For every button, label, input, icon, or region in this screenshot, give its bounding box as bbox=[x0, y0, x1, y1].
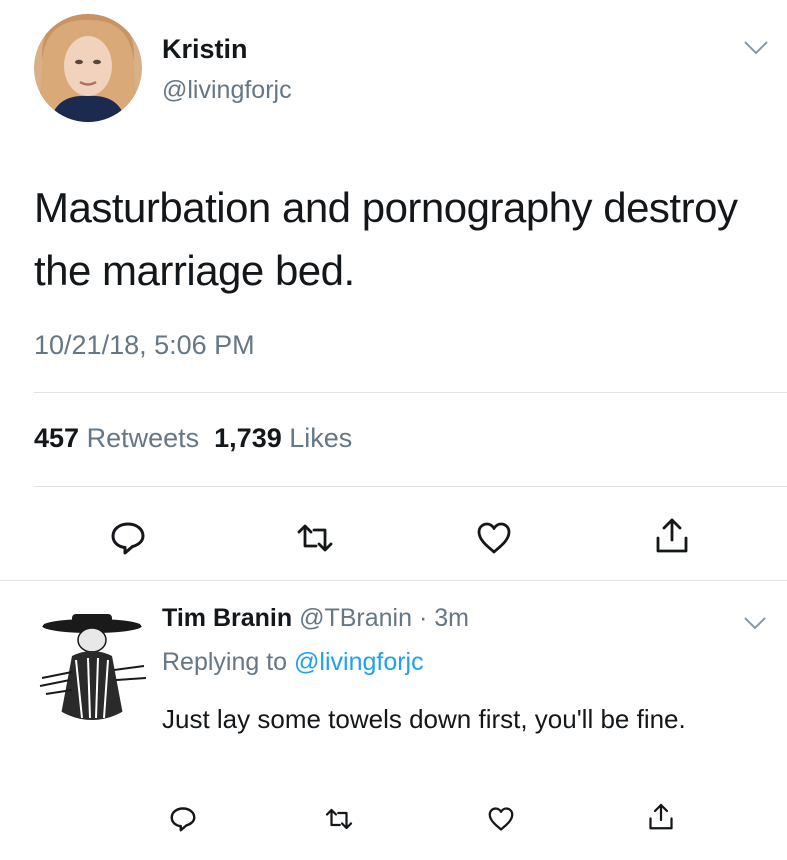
avatar[interactable] bbox=[34, 14, 142, 122]
like-icon[interactable] bbox=[474, 518, 514, 558]
likes-count[interactable]: 1,739 bbox=[214, 423, 282, 453]
display-name[interactable]: Kristin bbox=[162, 34, 248, 65]
divider bbox=[34, 392, 787, 393]
reply-header: Tim Branin @TBranin · 3m bbox=[162, 604, 469, 633]
share-icon[interactable] bbox=[646, 802, 676, 832]
tweet-timestamp[interactable]: 10/21/18, 5:06 PM bbox=[34, 330, 255, 361]
replying-prefix: Replying to bbox=[162, 648, 288, 676]
chevron-down-icon[interactable] bbox=[742, 614, 768, 632]
avatar[interactable] bbox=[32, 600, 152, 720]
reply-time-ago[interactable]: 3m bbox=[434, 604, 469, 632]
profile-photo-tim bbox=[32, 600, 152, 720]
reply-text: Just lay some towels down first, you'll … bbox=[162, 704, 686, 734]
retweet-icon[interactable] bbox=[295, 518, 335, 558]
separator-dot: · bbox=[418, 604, 428, 632]
reply-icon[interactable] bbox=[168, 804, 198, 834]
like-icon[interactable] bbox=[486, 804, 516, 834]
retweet-icon[interactable] bbox=[324, 804, 354, 834]
reply-display-name[interactable]: Tim Branin bbox=[162, 604, 292, 632]
chevron-down-icon[interactable] bbox=[742, 38, 770, 58]
tweet-text: Masturbation and pornography destroy the… bbox=[34, 184, 738, 294]
divider bbox=[0, 580, 787, 581]
reply-icon[interactable] bbox=[108, 518, 148, 558]
replying-to: Replying to @livingforjc bbox=[162, 648, 424, 677]
divider bbox=[34, 486, 787, 487]
replying-to-link[interactable]: @livingforjc bbox=[294, 648, 424, 676]
profile-photo-kristin bbox=[34, 14, 142, 122]
likes-label[interactable]: Likes bbox=[289, 423, 352, 453]
retweets-count[interactable]: 457 bbox=[34, 423, 79, 453]
reply-handle[interactable]: @TBranin bbox=[299, 604, 412, 632]
engagement-stats: 457 Retweets 1,739 Likes bbox=[34, 423, 352, 454]
retweets-label[interactable]: Retweets bbox=[87, 423, 200, 453]
user-handle[interactable]: @livingforjc bbox=[162, 76, 292, 105]
share-icon[interactable] bbox=[652, 516, 692, 556]
